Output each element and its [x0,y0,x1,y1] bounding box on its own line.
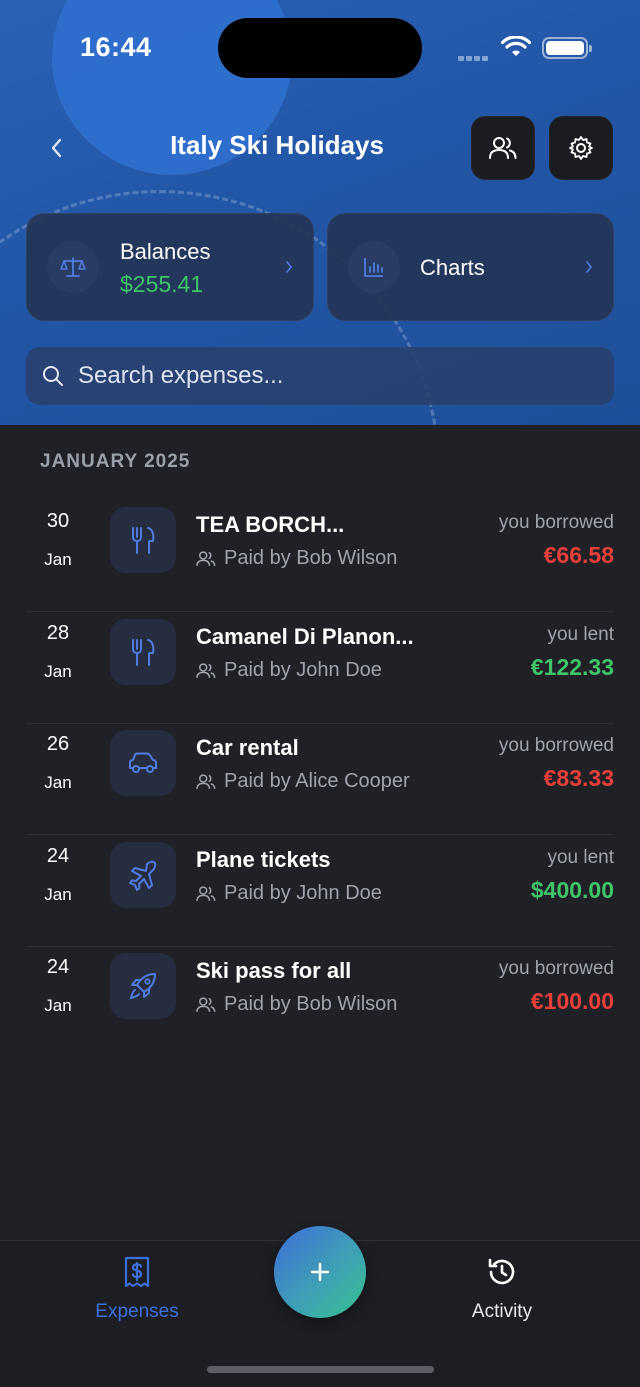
expense-month: Jan [44,550,72,569]
back-button[interactable] [38,130,74,166]
header: 16:44 Italy Ski Holidays Balances $255.4… [0,0,640,425]
expense-title: Car rental [196,735,299,760]
gear-icon [569,136,593,160]
expense-day: 30 [46,510,70,532]
plane-icon [110,842,176,908]
expense-day: 26 [46,733,70,755]
history-icon [422,1255,582,1289]
expense-title: Plane tickets [196,847,331,872]
tab-expenses[interactable]: Expenses [57,1255,217,1323]
paid-by-text: Paid by John Doe [224,882,382,904]
search-icon [42,365,64,392]
tab-activity[interactable]: Activity [422,1255,582,1323]
tab-activity-label: Activity [471,1301,533,1322]
page-title: Italy Ski Holidays [170,130,384,160]
expense-relation: you borrowed [498,958,614,979]
utensils-icon [110,507,176,573]
expense-amount: $400.00 [530,877,614,903]
rocket-icon [110,953,176,1019]
charts-card[interactable]: Charts [327,213,614,321]
dynamic-island [218,18,422,78]
chevron-left-icon [51,138,62,158]
status-time: 16:44 [80,32,152,62]
expense-row[interactable]: 26 Jan Car rental Paid by Alice Cooper y… [0,723,640,835]
expense-row[interactable]: 28 Jan Camanel Di Planon... Paid by John… [0,612,640,724]
expense-title: Camanel Di Planon... [196,624,414,649]
expense-amount: €83.33 [543,765,614,791]
settings-button[interactable] [549,116,613,180]
expense-month: Jan [44,773,72,792]
expense-amount: €122.33 [530,654,614,680]
users-icon [196,550,216,566]
expense-amount: €100.00 [530,988,614,1014]
charts-label: Charts [420,255,485,280]
expense-relation: you borrowed [498,735,614,756]
expense-day: 28 [46,622,70,644]
balances-card[interactable]: Balances $255.41 [26,213,314,321]
expense-title: TEA BORCH... [196,512,345,537]
paid-by: Paid by Bob Wilson [196,547,397,570]
balances-label: Balances [120,239,211,264]
expense-amount: €66.58 [543,542,614,568]
expense-day: 24 [46,845,70,867]
month-header: JANUARY 2025 [40,451,191,472]
chevron-right-icon [585,260,593,279]
add-expense-button[interactable] [274,1226,366,1318]
users-icon [196,773,216,789]
expense-relation: you lent [547,624,614,645]
tab-expenses-label: Expenses [95,1301,179,1322]
status-bar: 16:44 [0,0,640,95]
paid-by: Paid by Alice Cooper [196,770,410,793]
bar-chart-icon [348,241,400,293]
car-icon [110,730,176,796]
paid-by-text: Paid by Bob Wilson [224,547,398,569]
paid-by: Paid by Bob Wilson [196,993,397,1016]
expense-relation: you lent [547,847,614,868]
expense-month: Jan [44,996,72,1015]
expense-row[interactable]: 24 Jan Plane tickets Paid by John Doe yo… [0,835,640,947]
search-bar[interactable] [26,347,614,405]
members-button[interactable] [471,116,535,180]
users-icon [196,885,216,901]
search-input[interactable] [78,347,598,405]
receipt-dollar-icon [57,1255,217,1289]
users-icon [196,662,216,678]
plus-icon [310,1262,330,1282]
expense-title: Ski pass for all [196,958,352,983]
scale-icon [47,241,99,293]
expense-day: 24 [46,956,70,978]
paid-by-text: Paid by John Doe [224,659,382,681]
cellular-signal-icon [458,48,492,61]
wifi-icon [500,35,532,63]
balances-value: $255.41 [120,271,204,297]
expense-month: Jan [44,885,72,904]
users-icon [489,137,517,159]
battery-icon [542,37,592,59]
paid-by: Paid by John Doe [196,659,382,682]
chevron-right-icon [285,260,293,279]
expense-row[interactable]: 24 Jan Ski pass for all Paid by Bob Wils… [0,946,640,1058]
home-indicator [207,1366,434,1373]
expense-row[interactable]: 30 Jan TEA BORCH... Paid by Bob Wilson y… [0,500,640,612]
paid-by-text: Paid by Alice Cooper [224,770,410,792]
expense-month: Jan [44,662,72,681]
users-icon [196,996,216,1012]
paid-by-text: Paid by Bob Wilson [224,993,398,1015]
paid-by: Paid by John Doe [196,882,382,905]
expense-relation: you borrowed [498,512,614,533]
utensils-icon [110,619,176,685]
